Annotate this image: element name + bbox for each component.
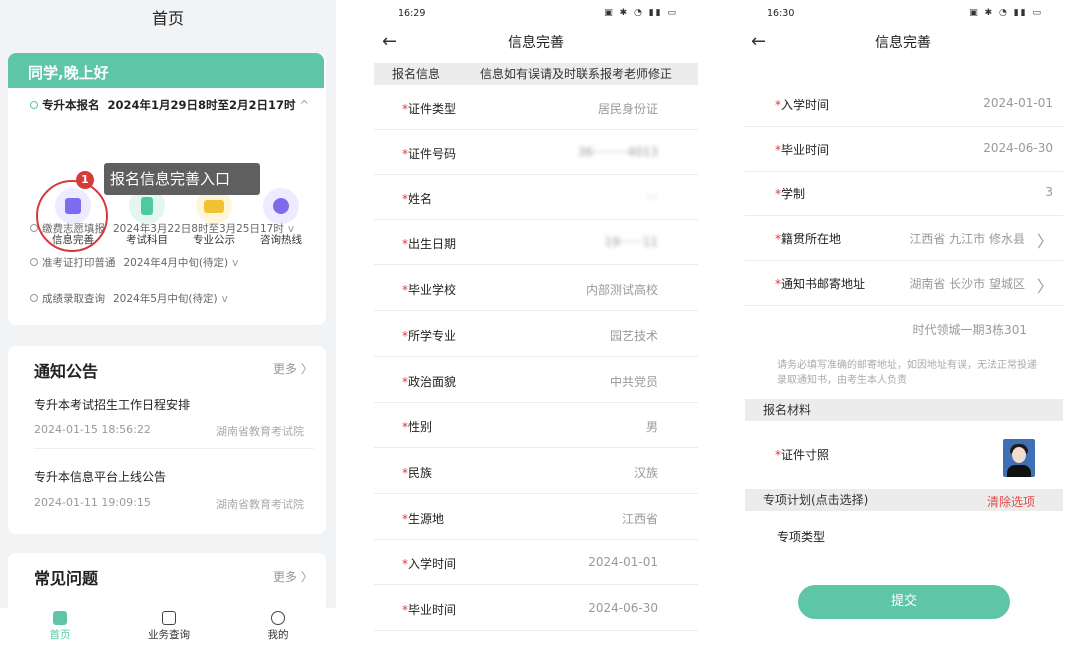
- notice-item-title[interactable]: 专升本考试招生工作日程安排: [34, 396, 190, 413]
- user-icon: [271, 611, 285, 625]
- field-school-years[interactable]: *学制 3: [745, 171, 1063, 216]
- field-enrollment-date[interactable]: *入学时间 2024-01-01: [745, 82, 1063, 127]
- field-school[interactable]: *毕业学校 内部测试高校: [374, 266, 698, 311]
- back-arrow-icon[interactable]: ←: [382, 32, 397, 52]
- quick-action-subjects[interactable]: 考试科目: [122, 188, 172, 247]
- notice-item-date: 2024-01-15 18:56:22: [34, 423, 151, 436]
- field-gender[interactable]: *性别 男: [374, 403, 698, 448]
- greeting-banner: 同学,晚上好: [8, 53, 324, 88]
- back-arrow-icon[interactable]: ←: [751, 32, 766, 52]
- info-form-screen-1: 16:29 ▣ ✱ ◔ ▮▮ ▭ ← 信息完善 报名信息 信息如有误请及时联系报…: [364, 0, 708, 646]
- address-detail-input[interactable]: 时代领城一期3栋301: [912, 321, 1027, 338]
- field-political-status[interactable]: *政治面貌 中共党员: [374, 358, 698, 403]
- divider: [34, 448, 314, 449]
- tab-mine[interactable]: 我的: [238, 611, 318, 642]
- callout-tooltip: 报名信息完善入口: [104, 163, 260, 195]
- notice-item-title[interactable]: 专升本信息平台上线公告: [34, 468, 166, 485]
- field-native-place[interactable]: *籍贯所在地 江西省 九江市 修水县 〉: [745, 216, 1063, 261]
- chevron-right-icon: 〉: [1036, 277, 1053, 296]
- notice-item-date: 2024-01-11 19:09:15: [34, 496, 151, 509]
- tab-business-query[interactable]: 业务查询: [129, 611, 209, 642]
- timeline-item-admission-ticket[interactable]: 准考证打印普通 2024年4月中旬(待定) v: [30, 255, 238, 270]
- circle-icon: [30, 294, 38, 302]
- info-form-screen-2: 16:30 ▣ ✱ ◔ ▮▮ ▭ ← 信息完善 *入学时间 2024-01-01…: [733, 0, 1073, 646]
- chevron-down-icon: v: [221, 293, 228, 305]
- notice-title: 通知公告: [34, 362, 99, 381]
- page-title: 信息完善: [875, 35, 931, 51]
- field-enrollment-date[interactable]: *入学时间 2024-01-01: [374, 540, 698, 585]
- field-id-number[interactable]: *证件号码 36·········4013: [374, 130, 698, 175]
- faq-card: 常见问题 更多 〉: [8, 553, 326, 613]
- page-title: 首页: [151, 9, 184, 28]
- field-mailing-address[interactable]: *通知书邮寄地址 湖南省 长沙市 望城区 〉: [745, 261, 1063, 306]
- page-header: ← 信息完善: [733, 32, 1073, 56]
- timeline-item-registration[interactable]: 专升本报名 2024年1月29日8时至2月2日17时 ^: [30, 97, 309, 113]
- highlight-circle: [36, 180, 108, 252]
- notice-more-link[interactable]: 更多 〉: [273, 360, 313, 377]
- status-icons: ▣ ✱ ◔ ▮▮ ▭: [969, 8, 1043, 18]
- progress-card: 同学,晚上好 专升本报名 2024年1月29日8时至2月2日17时 ^ 信息完善 考…: [0, 53, 336, 325]
- section-label: 报名信息: [392, 67, 441, 81]
- notice-card: 通知公告 更多 〉 专升本考试招生工作日程安排 2024-01-15 18:56…: [8, 346, 326, 534]
- chevron-right-icon: 〉: [300, 570, 313, 584]
- notice-item-source: 湖南省教育考试院: [216, 498, 304, 511]
- chevron-down-icon: v: [287, 223, 295, 235]
- special-type-field[interactable]: 专项类型: [777, 528, 825, 545]
- id-photo-thumbnail[interactable]: [1003, 439, 1035, 477]
- chevron-right-icon: 〉: [300, 362, 313, 376]
- circle-icon: [30, 101, 38, 109]
- field-graduation-date[interactable]: *毕业时间 2024-06-30: [374, 586, 698, 631]
- faq-more-link[interactable]: 更多 〉: [273, 568, 313, 585]
- clear-selection-link[interactable]: 清除选项: [987, 493, 1035, 510]
- bottom-tab-bar: 首页 业务查询 我的: [0, 608, 336, 646]
- chevron-down-icon: v: [232, 257, 239, 269]
- notice-item-source: 湖南省教育考试院: [216, 425, 304, 438]
- submit-button[interactable]: 提交: [798, 585, 1010, 619]
- tab-home[interactable]: 首页: [20, 611, 100, 642]
- chevron-up-icon: ^: [299, 98, 310, 112]
- status-bar: 16:29 ▣ ✱ ◔ ▮▮ ▭: [364, 7, 708, 23]
- field-id-type[interactable]: *证件类型 居民身份证: [374, 85, 698, 130]
- field-ethnicity[interactable]: *民族 汉族: [374, 449, 698, 494]
- section-header-materials: 报名材料: [745, 399, 1063, 421]
- status-icons: ▣ ✱ ◔ ▮▮ ▭: [604, 8, 678, 18]
- status-time: 16:30: [767, 8, 795, 19]
- field-major[interactable]: *所学专业 园艺技术: [374, 312, 698, 357]
- field-origin[interactable]: *生源地 江西省: [374, 495, 698, 540]
- field-graduation-date[interactable]: *毕业时间 2024-06-30: [745, 127, 1063, 172]
- circle-icon: [30, 224, 38, 232]
- section-header: 报名信息 信息如有误请及时联系报考老师修正: [374, 63, 698, 85]
- chevron-right-icon: 〉: [1036, 232, 1053, 251]
- page-title: 信息完善: [508, 35, 564, 51]
- search-doc-icon: [162, 611, 176, 625]
- phone-icon: [263, 188, 299, 224]
- timeline-item-results[interactable]: 成绩录取查询 2024年5月中旬(待定) v: [30, 291, 228, 306]
- field-birth-date[interactable]: *出生日期 19······11: [374, 220, 698, 265]
- timeline-item-payment[interactable]: 缴费志愿填报 2024年3月22日8时至3月25日17时 v: [30, 221, 294, 236]
- quick-action-hotline[interactable]: 咨询热线: [256, 188, 306, 247]
- status-time: 16:29: [398, 8, 426, 19]
- home-icon: [53, 611, 67, 625]
- faq-title: 常见问题: [34, 569, 99, 588]
- status-bar: 16:30 ▣ ✱ ◔ ▮▮ ▭: [733, 7, 1073, 23]
- callout-number-badge: 1: [76, 171, 94, 189]
- section-hint: 信息如有误请及时联系报考老师修正: [480, 67, 673, 81]
- home-screen: 首页 同学,晚上好 专升本报名 2024年1月29日8时至2月2日17时 ^ 信息完…: [0, 0, 336, 646]
- field-name[interactable]: *姓名 ···: [374, 175, 698, 220]
- greeting-text: 同学,晚上好: [28, 64, 109, 82]
- address-note: 请务必填写准确的邮寄地址，如因地址有误，无法正常投递录取通知书，由考生本人负责: [777, 360, 1037, 386]
- quick-action-majors[interactable]: 专业公示: [189, 188, 239, 247]
- page-header: ← 信息完善: [364, 32, 708, 56]
- circle-icon: [30, 258, 38, 266]
